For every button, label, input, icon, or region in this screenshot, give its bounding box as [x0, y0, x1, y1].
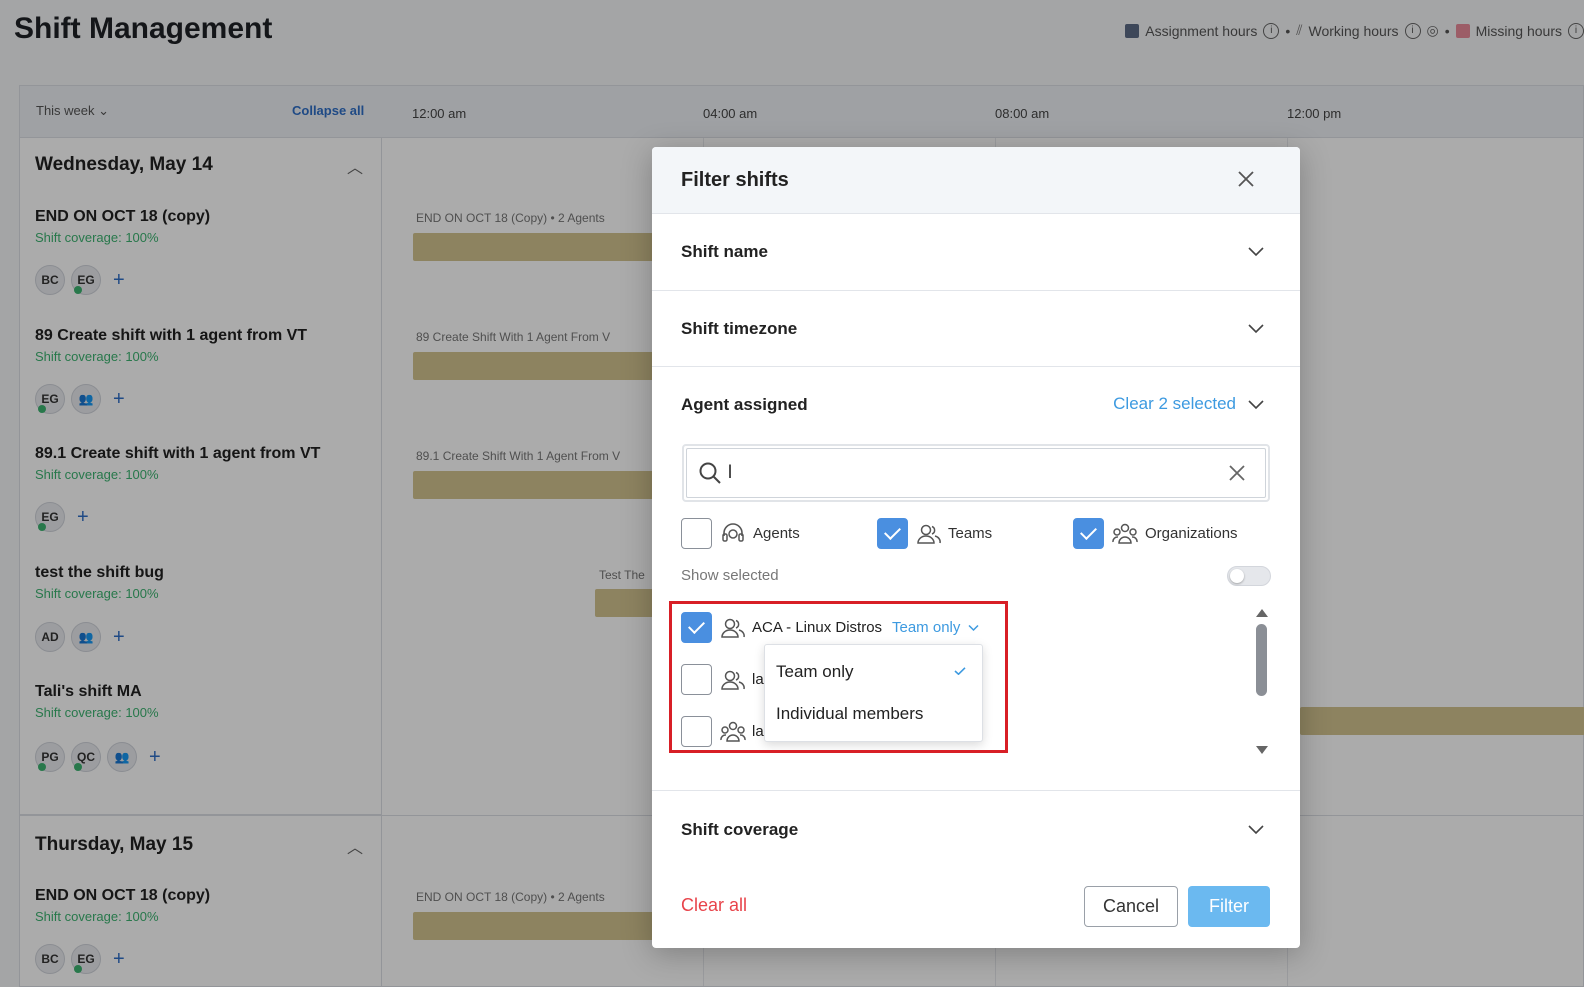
teams-checkbox[interactable] — [877, 518, 908, 549]
show-selected-label: Show selected — [681, 567, 779, 584]
section-shift-coverage[interactable]: Shift coverage — [652, 791, 1300, 868]
agent-search — [682, 444, 1270, 502]
organization-icon — [720, 721, 746, 742]
chevron-down-icon[interactable] — [1248, 825, 1264, 835]
chevron-down-icon[interactable] — [1248, 324, 1264, 334]
section-title: Shift coverage — [681, 820, 799, 839]
team-mode-label: Team only — [892, 619, 961, 636]
agents-checkbox[interactable] — [681, 518, 712, 549]
close-icon[interactable] — [1234, 167, 1258, 191]
dropdown-option-individual-members[interactable]: Individual members — [776, 704, 923, 724]
chevron-down-icon[interactable] — [1248, 400, 1264, 410]
search-input[interactable] — [728, 458, 1208, 486]
section-title: Shift timezone — [681, 319, 798, 338]
list-item-label: ACA - Linux Distros — [752, 619, 883, 636]
headset-icon — [722, 523, 744, 542]
show-selected-toggle[interactable] — [1227, 566, 1271, 586]
chevron-down-icon[interactable] — [1248, 247, 1264, 257]
list-item-checkbox[interactable] — [681, 664, 712, 695]
chevron-down-icon — [968, 624, 979, 632]
organizations-checkbox[interactable] — [1073, 518, 1104, 549]
team-mode-dropdown: Team only Individual members — [764, 644, 983, 742]
search-icon — [699, 462, 721, 484]
dropdown-option-team-only[interactable]: Team only — [776, 662, 853, 682]
list-item-label: la — [752, 671, 764, 688]
modal-title: Filter shifts — [681, 169, 789, 191]
scrollbar-thumb[interactable] — [1256, 624, 1267, 696]
list-item-label: la — [752, 723, 764, 740]
organization-icon — [1112, 523, 1138, 544]
section-title: Shift name — [681, 242, 768, 261]
section-shift-name[interactable]: Shift name — [652, 214, 1300, 291]
modal-header: Filter shifts — [652, 147, 1300, 214]
team-icon — [721, 618, 745, 638]
scroll-down-arrow[interactable] — [1256, 746, 1268, 754]
clear-search-icon[interactable] — [1228, 464, 1246, 482]
section-shift-timezone[interactable]: Shift timezone — [652, 291, 1300, 367]
section-title: Agent assigned — [681, 395, 808, 414]
list-item-checkbox[interactable] — [681, 612, 712, 643]
clear-selected-link[interactable]: Clear 2 selected — [1113, 394, 1236, 414]
team-mode-select[interactable]: Team only — [892, 619, 979, 636]
organizations-label: Organizations — [1145, 525, 1238, 542]
teams-label: Teams — [948, 525, 993, 542]
scroll-up-arrow[interactable] — [1256, 609, 1268, 617]
cancel-button[interactable]: Cancel — [1084, 886, 1178, 927]
clear-all-button[interactable]: Clear all — [681, 895, 747, 916]
team-icon — [917, 524, 941, 544]
check-icon — [954, 667, 966, 675]
filter-shifts-modal: Filter shifts Shift name Shift timezone … — [652, 147, 1300, 948]
agents-label: Agents — [753, 525, 800, 542]
team-icon — [721, 670, 745, 690]
filter-button[interactable]: Filter — [1188, 886, 1270, 927]
list-item-checkbox[interactable] — [681, 716, 712, 747]
